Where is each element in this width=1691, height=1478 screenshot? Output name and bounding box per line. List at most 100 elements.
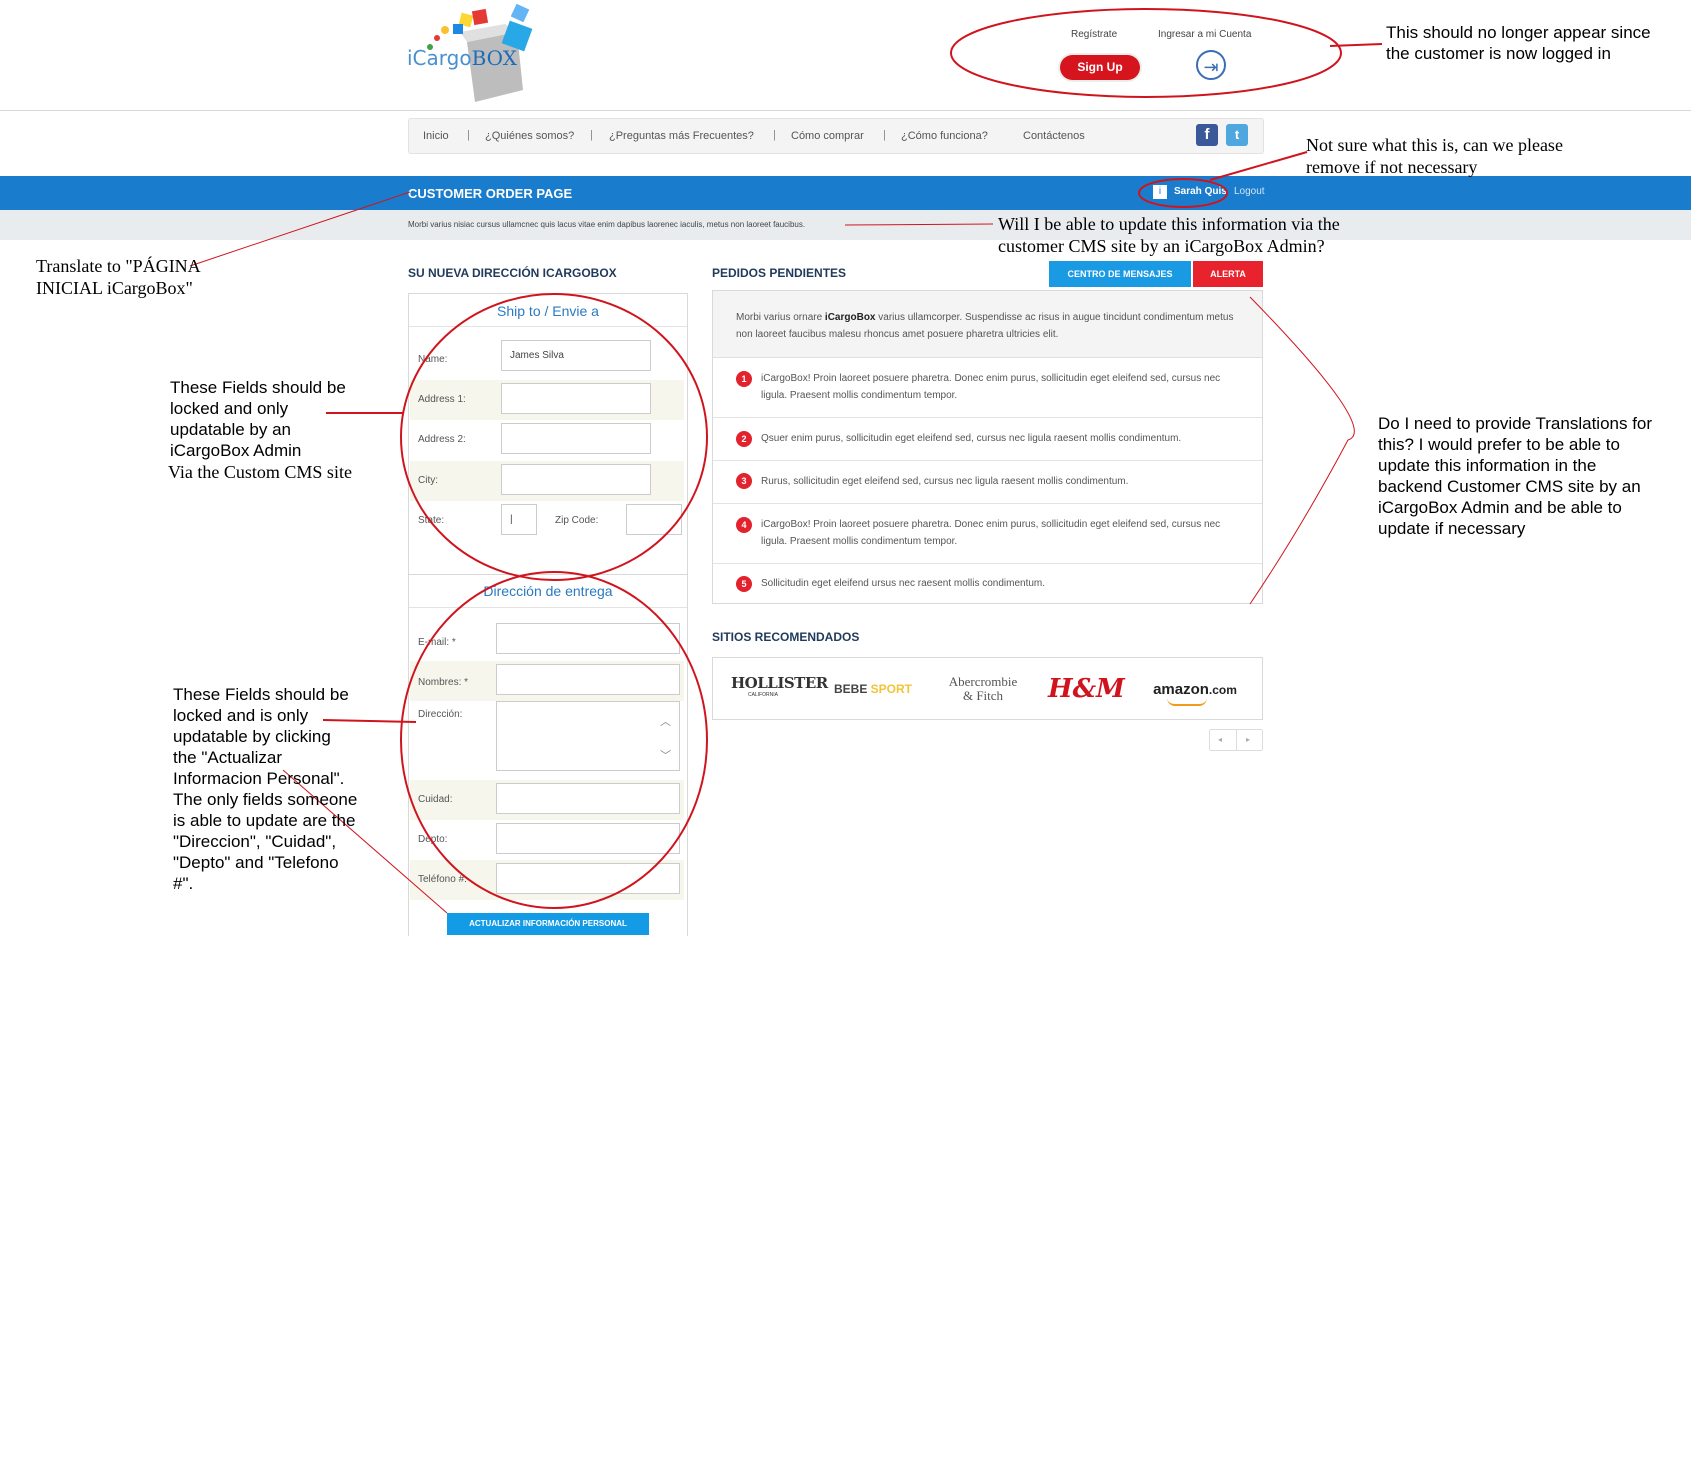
annotation-locked-admin: These Fields should be locked and only u… <box>170 378 346 460</box>
logout-link[interactable]: Logout <box>1234 186 1265 197</box>
telefono-label: Teléfono #: <box>418 874 467 885</box>
name-field[interactable]: James Silva <box>501 340 651 371</box>
update-info-button[interactable]: ACTUALIZAR INFORMACIÓN PERSONAL <box>447 913 649 935</box>
order-text: Qsuer enim purus, sollicitudin eget elei… <box>761 433 1182 444</box>
order-text: iCargoBox! Proin laoreet posuere pharetr… <box>761 519 1221 547</box>
cuidad-row: Cuidad: <box>410 780 684 820</box>
recommended-brands: HOLLISTER CALIFORNIA BEBE SPORT Abercrom… <box>712 657 1263 720</box>
address1-field[interactable] <box>501 383 651 414</box>
nav-item-contactenos[interactable]: Contáctenos <box>1023 130 1085 142</box>
messages-button[interactable]: CENTRO DE MENSAJES <box>1049 261 1191 287</box>
hollister-text: HOLLISTER <box>731 674 828 692</box>
annotation-cms-update: Will I be able to update this informatio… <box>998 214 1340 256</box>
delivery-box: Dirección de entrega E-mail: * Nombres: … <box>408 574 688 936</box>
address2-field[interactable] <box>501 423 651 454</box>
bebe-sport-text: SPORT <box>870 682 913 696</box>
cuidad-label: Cuidad: <box>418 794 453 805</box>
orders-intro: Morbi varius ornare iCargoBox varius ull… <box>713 291 1262 358</box>
scroll-up-icon[interactable]: ︿ <box>660 708 671 737</box>
address1-label: Address 1: <box>418 394 466 405</box>
nombres-label: Nombres: * <box>418 677 469 688</box>
nav-separator: | <box>590 129 593 141</box>
bebe-text: BEBE <box>833 682 868 696</box>
order-text: Sollicitudin eget eleifend ursus nec rae… <box>761 578 1046 589</box>
state-field[interactable]: | <box>501 504 537 535</box>
telefono-row: Teléfono #: <box>410 860 684 900</box>
direccion-textarea[interactable]: ︿ ﹀ <box>496 701 680 771</box>
cuidad-field[interactable] <box>496 783 680 814</box>
address1-row: Address 1: <box>410 380 684 420</box>
abercrombie-logo[interactable]: Abercrombie & Fitch <box>943 675 1023 703</box>
page-title: CUSTOMER ORDER PAGE <box>408 186 573 201</box>
twitter-icon[interactable]: t <box>1226 124 1248 146</box>
bebe-sport-logo[interactable]: BEBE SPORT <box>831 658 915 721</box>
nav-item-como-funciona[interactable]: ¿Cómo funciona? <box>901 130 988 142</box>
order-number-badge: 2 <box>736 431 752 447</box>
signup-button[interactable]: Sign Up <box>1060 55 1140 80</box>
icargobox-logo[interactable]: iCargoBOX <box>405 2 555 102</box>
pending-orders-box: Morbi varius ornare iCargoBox varius ull… <box>712 290 1263 604</box>
city-field[interactable] <box>501 464 651 495</box>
login-icon[interactable]: ⇥ <box>1196 50 1226 80</box>
telefono-field[interactable] <box>496 863 680 894</box>
address2-row: Address 2: <box>410 420 684 460</box>
nav-item-quienes-somos[interactable]: ¿Quiénes somos? <box>485 130 574 142</box>
pager-prev-icon[interactable]: ◂ <box>1218 735 1222 744</box>
email-label: E-mail: * <box>418 637 456 648</box>
hollister-logo[interactable]: HOLLISTER CALIFORNIA <box>731 674 828 737</box>
direccion-label: Dirección: <box>418 709 463 720</box>
nav-separator: | <box>773 129 776 141</box>
annotation-translate: Translate to "PÁGINA INICIAL iCargoBox" <box>36 256 200 298</box>
recommended-heading: SITIOS RECOMENDADOS <box>712 630 860 644</box>
logo-suffix: BOX <box>471 46 517 70</box>
logo-prefix: iCargo <box>407 46 472 70</box>
amazon-logo[interactable]: amazon.com <box>1145 658 1245 721</box>
page-title-bar <box>0 176 1691 210</box>
name-label: Name: <box>418 354 448 365</box>
amazon-suffix: .com <box>1208 683 1237 697</box>
intro-text-start: Morbi varius ornare <box>736 312 825 323</box>
nav-item-preguntas[interactable]: ¿Preguntas más Frecuentes? <box>609 130 754 142</box>
order-item[interactable]: 4 iCargoBox! Proin laoreet posuere phare… <box>713 504 1262 564</box>
order-number-badge: 1 <box>736 371 752 387</box>
register-link[interactable]: Regístrate <box>1071 29 1117 40</box>
nombres-field[interactable] <box>496 664 680 695</box>
alert-button[interactable]: ALERTA <box>1193 261 1263 287</box>
state-label: State: <box>418 515 445 526</box>
facebook-icon[interactable]: f <box>1196 124 1218 146</box>
order-text: Rurus, sollicitudin eget eleifend sed, c… <box>761 476 1129 487</box>
user-name[interactable]: Sarah Quis <box>1174 186 1227 197</box>
ship-to-title: Ship to / Envie a <box>497 303 599 319</box>
annotation-locked-admin-cms: Via the Custom CMS site <box>168 462 352 482</box>
user-info-icon[interactable]: i <box>1153 185 1167 199</box>
order-item[interactable]: 5 Sollicitudin eget eleifend ursus nec r… <box>713 564 1262 604</box>
annotation-not-sure: Not sure what this is, can we please rem… <box>1306 135 1563 177</box>
amazon-text: amazon <box>1153 681 1209 698</box>
brand-pager: ◂ ▸ <box>1209 729 1263 751</box>
email-field[interactable] <box>496 623 680 654</box>
abercrombie-text: Abercrombie <box>948 674 1018 689</box>
zip-field[interactable] <box>626 504 682 535</box>
direccion-row: Dirección: ︿ ﹀ <box>410 701 684 773</box>
state-row: State: | Zip Code: <box>410 501 684 541</box>
name-row: Name: James Silva <box>410 340 684 380</box>
depto-label: Depto: <box>418 834 448 845</box>
fitch-text: & Fitch <box>962 688 1004 703</box>
order-number-badge: 5 <box>736 576 752 592</box>
nav-separator: | <box>467 129 470 141</box>
annotation-ellipse <box>950 8 1342 98</box>
hollister-subtext: CALIFORNIA <box>747 692 778 698</box>
zip-label: Zip Code: <box>555 515 599 526</box>
depto-field[interactable] <box>496 823 680 854</box>
order-item[interactable]: 1 iCargoBox! Proin laoreet posuere phare… <box>713 358 1262 418</box>
pager-next-icon[interactable]: ▸ <box>1246 735 1250 744</box>
nav-item-como-comprar[interactable]: Cómo comprar <box>791 130 864 142</box>
login-link[interactable]: Ingresar a mi Cuenta <box>1158 29 1251 40</box>
scroll-down-icon[interactable]: ﹀ <box>660 742 671 771</box>
orders-heading: PEDIDOS PENDIENTES <box>712 266 847 280</box>
order-item[interactable]: 3 Rurus, sollicitudin eget eleifend sed,… <box>713 461 1262 504</box>
city-row: City: <box>410 461 684 501</box>
nav-item-inicio[interactable]: Inicio <box>423 130 449 142</box>
order-item[interactable]: 2 Qsuer enim purus, sollicitudin eget el… <box>713 418 1262 461</box>
hm-logo[interactable]: H&M <box>1048 658 1125 721</box>
